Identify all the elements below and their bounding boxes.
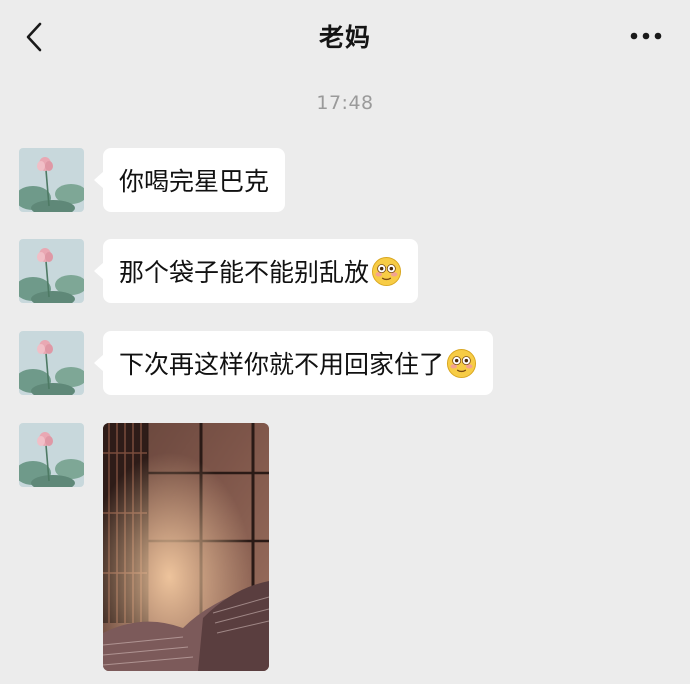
avatar[interactable] (19, 423, 84, 487)
lotus-avatar-icon (19, 148, 84, 212)
avatar[interactable] (19, 239, 84, 303)
message-text: 你喝完星巴克 (119, 167, 270, 196)
lotus-avatar-icon (19, 239, 84, 303)
message-text: 下次再这样你就不用回家住了 (119, 350, 445, 379)
chat-header: 老妈 (0, 0, 690, 74)
message-timestamp: 17:48 (316, 92, 374, 114)
message-bubble[interactable]: 下次再这样你就不用回家住了 (93, 331, 494, 395)
room-photo-image (103, 423, 269, 671)
avatar[interactable] (19, 148, 84, 212)
lotus-avatar-icon (19, 423, 84, 487)
flushed-face-emoji-icon (371, 256, 402, 286)
more-options-button[interactable] (626, 22, 666, 50)
message-bubble[interactable]: 你喝完星巴克 (93, 148, 286, 212)
avatar[interactable] (19, 331, 84, 395)
message-bubble[interactable]: 那个袋子能不能别乱放 (93, 239, 419, 303)
lotus-avatar-icon (19, 331, 84, 395)
more-dots-icon (630, 32, 662, 40)
message-text: 那个袋子能不能别乱放 (119, 258, 370, 287)
flushed-face-emoji-icon (446, 348, 477, 378)
image-message[interactable] (103, 423, 269, 671)
chat-title: 老妈 (318, 23, 371, 52)
